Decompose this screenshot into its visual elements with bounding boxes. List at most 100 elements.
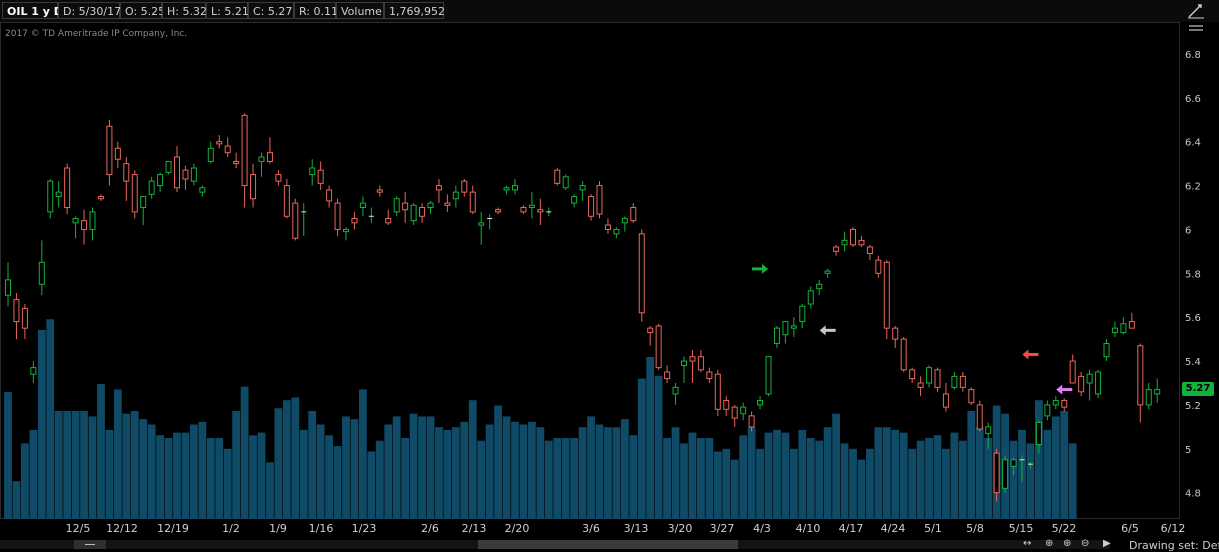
candle-body: [968, 389, 975, 404]
x-tick-label: 12/5: [66, 522, 91, 535]
x-tick-label: 6/12: [1161, 522, 1186, 535]
candle-body: [1103, 343, 1110, 358]
x-tick-label: 4/24: [881, 522, 906, 535]
candle-body: [359, 202, 366, 208]
volume-bar: [113, 389, 122, 519]
volume-bar: [190, 424, 198, 519]
volume-bar: [942, 448, 950, 519]
volume-bar: [908, 448, 917, 519]
candle-body: [165, 160, 172, 173]
volume-bar: [713, 451, 722, 519]
candlestick-chart[interactable]: 6.8 6.6 6.4 6.2 6 5.8 5.6 5.4 5.2 5 4.8 12/5 12/12 1…: [0, 0, 1219, 549]
volume-bar: [240, 386, 249, 519]
volume-bar: [21, 443, 29, 519]
volume-bar: [156, 435, 164, 519]
candle-body: [5, 279, 11, 296]
volume-bar: [206, 438, 215, 519]
candle-body: [562, 176, 569, 189]
volume-bar: [71, 411, 80, 519]
x-tick-label: 5/15: [1009, 522, 1034, 535]
annotation-arrowhead-icon: [819, 325, 826, 336]
candle-body: [1086, 373, 1093, 384]
zoom-fit-icon[interactable]: ⊕: [1045, 539, 1053, 549]
candle-body: [604, 224, 611, 230]
volume-bar: [612, 427, 621, 519]
volume-bar: [773, 429, 781, 519]
candle-body: [376, 189, 383, 193]
candle-body: [326, 189, 333, 202]
volume-bar: [637, 378, 646, 519]
volume-bar: [570, 438, 579, 519]
volume-bar: [629, 435, 638, 519]
x-tick-label: 3/6: [582, 522, 600, 535]
candle-body: [478, 222, 485, 226]
volume-bar: [139, 419, 148, 519]
x-tick-label: 1/16: [309, 522, 334, 535]
candle-body: [647, 327, 654, 334]
volume-bar: [967, 411, 976, 519]
candle-body: [1137, 345, 1144, 406]
volume-bar: [308, 411, 317, 519]
volume-bar: [426, 416, 435, 519]
candle-body: [807, 290, 814, 305]
candle-body: [1120, 323, 1127, 334]
candle-body: [402, 202, 409, 211]
volume-bar: [359, 389, 367, 519]
horizontal-scrollbar[interactable]: [0, 540, 1110, 549]
candle-body: [942, 393, 949, 408]
volume-bar: [789, 448, 798, 519]
candle-body: [757, 400, 764, 406]
candle-body: [554, 169, 561, 184]
scrollbar-thumb[interactable]: [478, 540, 738, 549]
candle-body: [799, 305, 806, 323]
volume-bar: [663, 438, 671, 519]
play-icon[interactable]: ▶: [1103, 539, 1111, 549]
y-tick-label: 5.8: [1185, 269, 1201, 280]
candle-body: [503, 187, 510, 191]
candle-body: [157, 174, 164, 187]
volume-bar: [730, 459, 739, 519]
volume-bar: [891, 429, 900, 519]
volume-bar: [63, 411, 72, 519]
zoom-out-icon[interactable]: ⊖: [1081, 539, 1089, 549]
volume-bar: [1060, 411, 1069, 519]
volume-bar: [88, 416, 97, 519]
last-price-badge: 5.27: [1182, 382, 1214, 396]
volume-bar: [604, 427, 612, 519]
volume-bar: [249, 435, 257, 519]
candle-body: [824, 270, 831, 274]
candle-body: [309, 167, 316, 176]
x-tick-label: 3/20: [668, 522, 693, 535]
candle-body: [174, 156, 180, 189]
volume-bar: [350, 419, 359, 519]
candle-body: [64, 167, 71, 208]
volume-bar: [925, 438, 933, 519]
candle-body: [266, 152, 273, 162]
x-tick-label: 4/17: [839, 522, 864, 535]
volume-bar: [747, 427, 756, 519]
volume-bar: [933, 435, 942, 519]
volume-bar: [519, 424, 528, 519]
candle-body: [292, 202, 299, 239]
candle-body: [875, 259, 882, 274]
volume-bar: [54, 411, 63, 519]
candle-body: [714, 373, 721, 410]
scroll-collapse-button[interactable]: [74, 540, 106, 549]
drawing-set-label[interactable]: Drawing set: Defa: [1129, 539, 1219, 552]
volume-bar: [620, 419, 629, 519]
candle-body: [816, 283, 823, 290]
x-tick-label: 5/22: [1052, 522, 1077, 535]
candle-body: [765, 356, 772, 395]
candle-body: [664, 371, 671, 380]
volume-bar: [1051, 416, 1060, 519]
candle-body: [275, 174, 282, 182]
y-tick-label: 4.8: [1185, 489, 1201, 500]
pan-arrows-icon[interactable]: ↔: [1023, 539, 1031, 549]
volume-bar: [781, 432, 790, 519]
volume-bar: [561, 438, 570, 519]
candle-body: [393, 198, 400, 213]
candle-body: [351, 217, 358, 224]
zoom-in-icon[interactable]: ⊕: [1063, 539, 1071, 549]
volume-bar: [181, 432, 190, 519]
candle-body: [731, 406, 738, 419]
